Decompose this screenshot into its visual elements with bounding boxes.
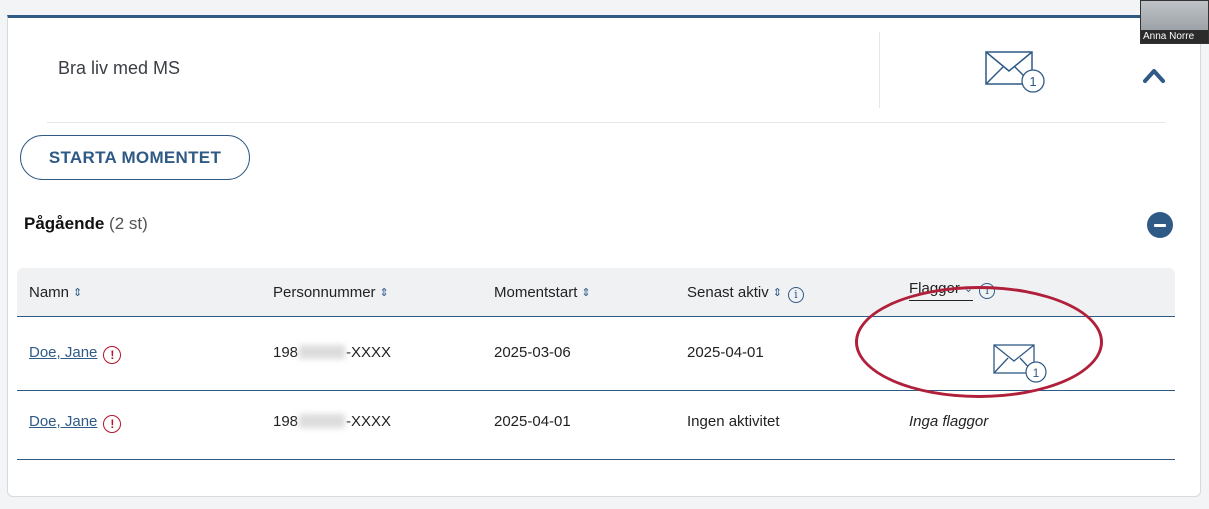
name-cell: Doe, Jane! bbox=[29, 344, 122, 364]
warning-icon: ! bbox=[103, 346, 122, 364]
flaggor-cell: Inga flaggor bbox=[909, 413, 989, 430]
momentstart-cell: 2025-03-06 bbox=[494, 344, 571, 361]
name-cell: Doe, Jane! bbox=[29, 413, 122, 433]
section-label: Pågående bbox=[24, 214, 105, 233]
column-header-personnummer[interactable]: Personnummer ⇕ bbox=[273, 284, 389, 301]
patient-name-link[interactable]: Doe, Jane bbox=[29, 413, 97, 430]
senast-aktiv-cell: 2025-04-01 bbox=[687, 344, 764, 361]
sort-icon[interactable]: ⇕ bbox=[581, 287, 590, 299]
header-divider bbox=[879, 32, 880, 108]
start-moment-button[interactable]: STARTA MOMENTET bbox=[20, 135, 250, 180]
info-icon[interactable]: i bbox=[787, 287, 804, 303]
module-title: Bra liv med MS bbox=[58, 58, 181, 78]
sort-icon[interactable]: ⇕ bbox=[380, 287, 389, 299]
personnummer-cell: 198 -XXXX bbox=[273, 344, 392, 361]
table-row: Doe, Jane! 198 -XXXX 2025-04-01 Ingen akt… bbox=[17, 391, 1175, 460]
senast-aktiv-cell: Ingen aktivitet bbox=[687, 413, 780, 430]
envelope-icon[interactable]: 1 bbox=[985, 51, 1047, 95]
momentstart-cell: 2025-04-01 bbox=[494, 413, 571, 430]
redacted-digits bbox=[299, 414, 346, 428]
message-count-badge: 1 bbox=[1029, 74, 1036, 89]
section-count: (2 st) bbox=[109, 214, 148, 233]
minus-circle-icon[interactable] bbox=[1147, 212, 1173, 238]
sort-icon[interactable]: ⇕ bbox=[73, 287, 82, 299]
chevron-up-icon[interactable] bbox=[1141, 65, 1167, 85]
header-separator bbox=[47, 122, 1165, 123]
column-header-momentstart[interactable]: Momentstart ⇕ bbox=[494, 284, 591, 301]
redacted-digits bbox=[299, 345, 346, 359]
video-tile-name: Anna Norre bbox=[1141, 30, 1208, 43]
personnummer-cell: 198 -XXXX bbox=[273, 413, 392, 430]
section-heading: Pågående (2 st) bbox=[24, 214, 148, 234]
patient-name-link[interactable]: Doe, Jane bbox=[29, 344, 97, 361]
column-header-name[interactable]: Namn ⇕ bbox=[29, 284, 82, 301]
column-header-senast-aktiv[interactable]: Senast aktiv ⇕ i bbox=[687, 284, 804, 303]
module-header: Bra liv med MS 1 bbox=[8, 18, 1200, 122]
warning-icon: ! bbox=[103, 415, 122, 433]
sort-icon[interactable]: ⇕ bbox=[773, 287, 782, 299]
video-tile: Anna Norre bbox=[1140, 0, 1209, 44]
highlight-ellipse bbox=[855, 286, 1103, 398]
